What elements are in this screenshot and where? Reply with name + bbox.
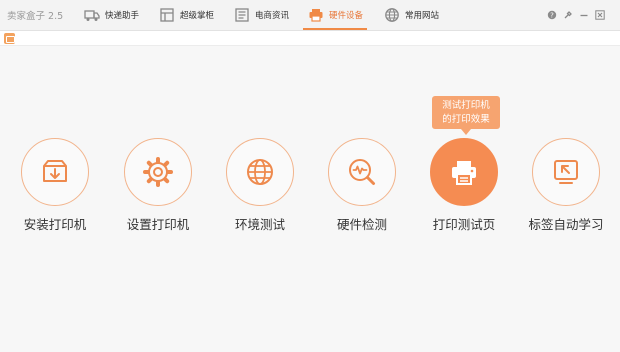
- truck-icon: [83, 7, 100, 24]
- news-icon: [233, 7, 250, 24]
- print-test-page-circle: [430, 138, 498, 206]
- tooltip-line-1: 测试打印机: [442, 100, 490, 111]
- environment-test-circle: [226, 138, 294, 206]
- print-test-page-label: 打印测试页: [432, 217, 496, 232]
- tooltip-line-2: 的打印效果: [442, 114, 490, 125]
- minimize-icon[interactable]: [578, 9, 590, 21]
- label-auto-learn-label: 标签自动学习: [528, 217, 604, 232]
- app-title: 卖家盒子 2.5: [7, 11, 64, 22]
- sub-toolbar: [0, 31, 620, 46]
- tab-ecommerce-news[interactable]: 电商资讯: [233, 0, 289, 30]
- magnify-pulse-icon: [349, 159, 375, 185]
- printer-icon: [452, 161, 476, 185]
- setup-printer-label: 设置打印机: [126, 217, 190, 232]
- install-printer-button[interactable]: 安装打印机: [5, 138, 105, 238]
- tab-label: 快递助手: [105, 11, 140, 21]
- hardware-check-circle: [328, 138, 396, 206]
- environment-test-label: 环境测试: [234, 217, 285, 232]
- hardware-check-button[interactable]: 硬件检测: [312, 138, 412, 238]
- globe-icon: [247, 159, 273, 185]
- screen-cursor-icon: [554, 160, 578, 184]
- close-icon[interactable]: [594, 9, 606, 21]
- app-box-icon[interactable]: [4, 33, 15, 44]
- printer-icon: [307, 7, 324, 24]
- label-auto-learn-button[interactable]: 标签自动学习: [516, 138, 616, 238]
- download-box-icon: [43, 160, 67, 182]
- shop-icon: [158, 7, 175, 24]
- gear-icon: [143, 157, 173, 187]
- label-auto-learn-circle: [532, 138, 600, 206]
- settings-icon[interactable]: [562, 9, 574, 21]
- setup-printer-circle: [124, 138, 192, 206]
- environment-test-button[interactable]: 环境测试: [210, 138, 310, 238]
- install-printer-label: 安装打印机: [23, 217, 87, 232]
- tab-common-websites[interactable]: 常用网站: [383, 0, 439, 30]
- hardware-check-label: 硬件检测: [336, 217, 387, 232]
- tab-label: 硬件设备: [329, 11, 364, 21]
- setup-printer-button[interactable]: 设置打印机: [108, 138, 208, 238]
- tab-hardware-devices[interactable]: 硬件设备: [302, 0, 368, 30]
- tab-label: 常用网站: [405, 11, 440, 21]
- title-bar: 卖家盒子 2.5 快递助手 超级掌柜 电商资讯 硬件设备 常用网站 ?: [0, 0, 620, 31]
- install-printer-circle: [21, 138, 89, 206]
- tooltip: 测试打印机 的打印效果: [432, 96, 500, 135]
- help-icon[interactable]: ?: [546, 9, 558, 21]
- tab-label: 电商资讯: [255, 11, 290, 21]
- svg-text:?: ?: [550, 12, 554, 20]
- globe-icon: [383, 7, 400, 24]
- tab-super-manager[interactable]: 超级掌柜: [158, 0, 214, 30]
- print-test-page-button[interactable]: 打印测试页: [414, 138, 514, 238]
- tab-label: 超级掌柜: [180, 11, 215, 21]
- tab-express-assistant[interactable]: 快递助手: [83, 0, 139, 30]
